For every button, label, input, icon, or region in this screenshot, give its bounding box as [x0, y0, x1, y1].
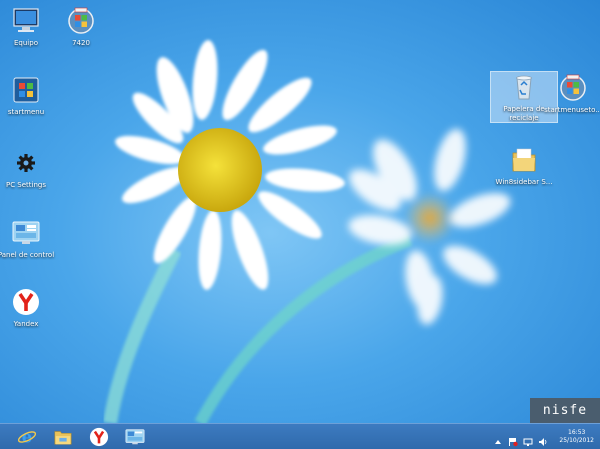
computer-icon	[11, 6, 41, 36]
daisy-wallpaper	[103, 40, 511, 423]
taskbar-control-panel[interactable]	[116, 425, 154, 449]
yandex-icon	[11, 287, 41, 317]
desktop-icon-control-panel[interactable]: Panel de control	[0, 218, 59, 260]
desktop-icon-label: PC Settings	[5, 181, 47, 189]
action-center-flag-icon[interactable]	[508, 432, 519, 447]
desktop-icon-pc-settings[interactable]: PC Settings	[0, 148, 59, 190]
desktop-icon-startmenu[interactable]: startmenu	[0, 75, 59, 117]
taskbar-file-explorer[interactable]	[44, 425, 82, 449]
clock-time: 16:53	[568, 429, 586, 436]
taskbar-yandex[interactable]	[80, 425, 118, 449]
folder-icon	[509, 145, 539, 175]
desktop-icon-label: startmenuseto...	[544, 106, 600, 114]
desktop-icon-label: 7420	[72, 39, 90, 47]
show-hidden-icons-icon[interactable]	[493, 432, 503, 444]
desktop-icon-label: Panel de control	[0, 251, 55, 259]
taskbar-internet-explorer[interactable]: e	[8, 425, 46, 449]
installer-icon	[558, 73, 588, 103]
desktop-icon-label: Yandex	[13, 320, 39, 328]
control-panel-icon	[125, 429, 145, 445]
system-tray: 16:53 25/10/2012	[493, 424, 594, 449]
svg-text:e: e	[22, 427, 32, 446]
desktop[interactable]: Equipo 7420 startmenu PC Settings Panel …	[0, 0, 600, 423]
gear-icon	[11, 148, 41, 178]
yandex-icon	[89, 427, 109, 447]
taskbar: e 16:53 25/10/2012	[0, 423, 600, 449]
installer-icon	[66, 6, 96, 36]
desktop-icon-7420[interactable]: 7420	[48, 6, 114, 48]
recycle-bin-icon	[509, 72, 539, 102]
network-icon[interactable]	[523, 432, 533, 446]
volume-icon[interactable]	[538, 432, 548, 446]
control-panel-icon	[11, 218, 41, 248]
ie-icon: e	[17, 427, 37, 446]
desktop-icon-yandex[interactable]: Yandex	[0, 287, 59, 329]
startmenu-icon	[11, 75, 41, 105]
folder-icon	[54, 431, 72, 445]
desktop-icon-win8sidebar[interactable]: Win8sidebar S...	[491, 145, 557, 187]
desktop-icon-startmenuset[interactable]: startmenuseto...	[540, 73, 600, 115]
clock-date: 25/10/2012	[559, 437, 594, 444]
desktop-icon-label: startmenu	[7, 108, 45, 116]
desktop-icon-label: Win8sidebar S...	[495, 178, 553, 186]
clock[interactable]: 16:53 25/10/2012	[559, 429, 594, 445]
watermark-text: nisfe	[530, 398, 600, 423]
